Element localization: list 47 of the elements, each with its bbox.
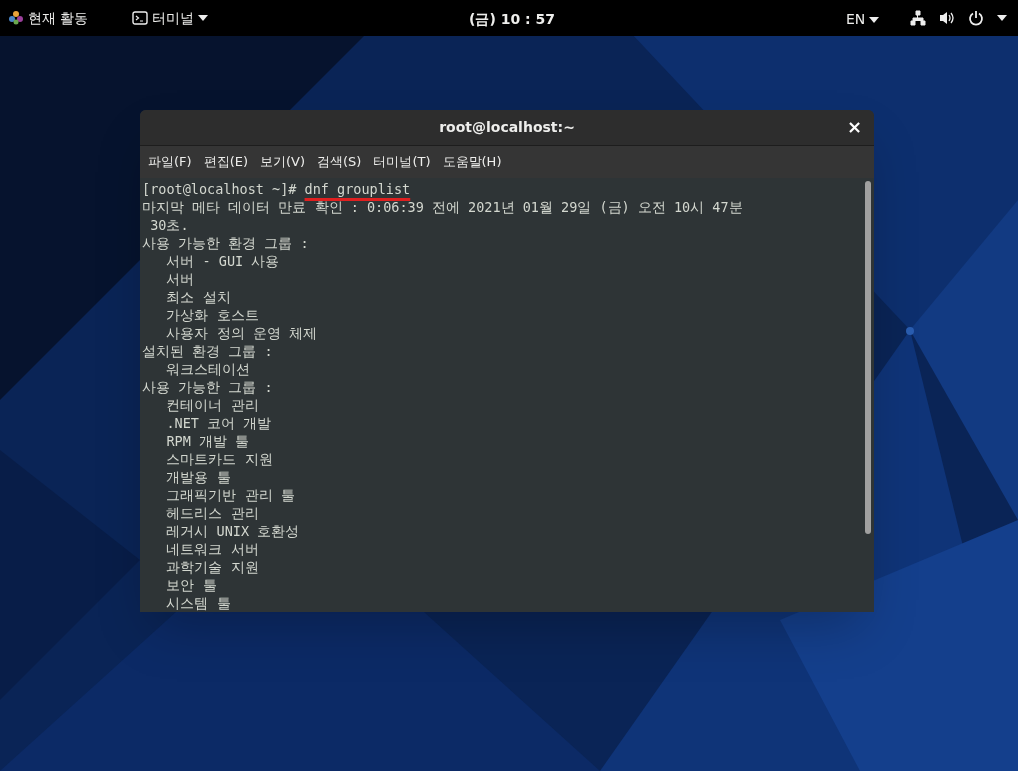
- menu-item[interactable]: 파일(F): [143, 150, 197, 174]
- caret-icon: [198, 15, 209, 21]
- prompt: [root@localhost ~]#: [142, 180, 298, 198]
- terminal-icon: [132, 11, 149, 25]
- output-line: 최소 설치: [165, 288, 231, 306]
- volume-icon: [939, 10, 955, 26]
- system-menu[interactable]: [910, 10, 1007, 26]
- output-line: 서버: [165, 270, 195, 288]
- menu-item[interactable]: 보기(V): [255, 150, 311, 174]
- activities-button[interactable]: 현재 활동: [0, 0, 89, 36]
- output-line: RPM 개발 툴: [165, 432, 250, 450]
- output-line: 그래픽기반 관리 툴: [165, 486, 295, 504]
- output-line: 네트워크 서버: [165, 540, 259, 558]
- caret-icon: [997, 15, 1007, 21]
- output-line: 스마트카드 지원: [165, 450, 273, 468]
- output-line: 사용 가능한 그룹 :: [142, 378, 273, 396]
- output-line: 가상화 호스트: [165, 306, 259, 324]
- scrollbar[interactable]: [865, 181, 871, 534]
- close-button[interactable]: ×: [846, 118, 862, 136]
- output-line: 레거시 UNIX 호환성: [165, 522, 300, 540]
- output-line: 사용 가능한 환경 그룹 :: [142, 234, 309, 252]
- output-line: 컨테이너 관리: [165, 396, 259, 414]
- command-text: dnf grouplist: [304, 180, 411, 198]
- output-line: 워크스테이션: [165, 360, 251, 378]
- output-line: 설치된 환경 그룹 :: [142, 342, 273, 360]
- output-line: 보안 툴: [165, 576, 217, 594]
- power-icon: [968, 10, 984, 26]
- output-line: 개발용 툴: [165, 468, 231, 486]
- output-line: 30초.: [149, 216, 189, 234]
- output-line: 과학기술 지원: [165, 558, 259, 576]
- language-menu[interactable]: EN: [846, 9, 880, 30]
- caret-icon: [869, 16, 880, 23]
- output-line: 시스템 툴: [165, 594, 231, 612]
- output-line: .NET 코어 개발: [165, 414, 272, 432]
- clock[interactable]: (금) 10 : 57: [469, 9, 555, 30]
- app-menu[interactable]: 터미널: [132, 0, 209, 36]
- output-line: 서버 - GUI 사용: [165, 252, 280, 270]
- logo-icon: [8, 10, 24, 26]
- output-line: 마지막 메타 데이터 만료 확인 : 0:06:39 전에 2021년 01월 29일 (금) 오전 10시 47분: [142, 198, 743, 216]
- menu-item[interactable]: 도움말(H): [437, 150, 507, 174]
- menu-item[interactable]: 편집(E): [198, 150, 253, 174]
- window-title: root@localhost:~: [439, 118, 575, 137]
- network-icon: [910, 10, 926, 26]
- menu-item[interactable]: 검색(S): [312, 150, 367, 174]
- output-line: 헤드리스 관리: [165, 504, 259, 522]
- menu-item[interactable]: 터미널(T): [368, 150, 436, 174]
- output-line: 사용자 정의 운영 체제: [165, 324, 317, 342]
